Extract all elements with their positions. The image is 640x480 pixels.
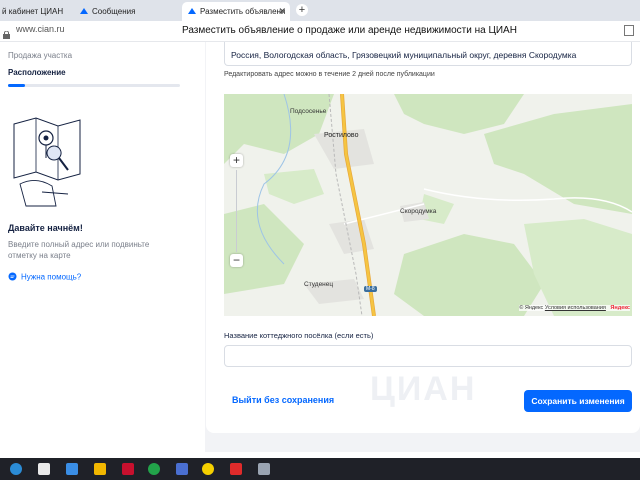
edge-icon[interactable] bbox=[10, 463, 22, 475]
map-label-rostilovo: Ростилово bbox=[324, 132, 359, 139]
cian-watermark: ЦИАН bbox=[370, 370, 477, 408]
village-label: Название коттеджного посёлка (если есть) bbox=[224, 331, 374, 340]
attribution-text: © Яндекс bbox=[519, 305, 544, 311]
save-changes-button[interactable]: Сохранить изменения bbox=[524, 390, 632, 412]
zoom-in-button[interactable]: + bbox=[230, 154, 243, 167]
zoom-slider[interactable] bbox=[236, 170, 237, 252]
window-icon[interactable] bbox=[624, 25, 634, 36]
help-link[interactable]: Нужна помощь? bbox=[8, 272, 81, 283]
terms-link[interactable]: Условия использования bbox=[545, 305, 606, 311]
explorer-icon[interactable] bbox=[94, 463, 106, 475]
address-bar: www.cian.ru Разместить объявление о прод… bbox=[0, 21, 640, 42]
progress-fill bbox=[8, 84, 26, 87]
map-attribution: © Яндекс Условия использования Яндекс bbox=[519, 305, 630, 311]
camera-icon[interactable] bbox=[258, 463, 270, 475]
browser-tab-strip: й кабинет ЦИАН Сообщения Разместить объя… bbox=[0, 0, 640, 21]
zoom-out-button[interactable]: − bbox=[230, 254, 243, 267]
yandex-icon[interactable] bbox=[230, 463, 242, 475]
tab-place-ad[interactable]: Разместить объявлени ✕ bbox=[182, 2, 290, 21]
tab-cabinet[interactable]: й кабинет ЦИАН bbox=[0, 2, 74, 21]
yandex-logo[interactable]: Яндекс bbox=[610, 305, 630, 311]
step-previous[interactable]: Продажа участка bbox=[8, 51, 72, 60]
mail-icon[interactable] bbox=[66, 463, 78, 475]
step-current: Расположение bbox=[8, 68, 66, 77]
url-field[interactable]: www.cian.ru bbox=[16, 24, 65, 34]
tab-label: й кабинет ЦИАН bbox=[2, 7, 64, 16]
yandex-browser-icon[interactable] bbox=[202, 463, 214, 475]
map-label-skorodumka: Скородумка bbox=[400, 208, 437, 215]
page-title: Разместить объявление о продаже или арен… bbox=[182, 25, 517, 36]
check-icon[interactable] bbox=[148, 463, 160, 475]
tab-label: Сообщения bbox=[92, 7, 136, 16]
cian-icon bbox=[188, 2, 196, 21]
map-canvas bbox=[224, 94, 632, 316]
chat-icon bbox=[8, 272, 17, 283]
map-illustration-icon bbox=[6, 114, 86, 209]
photos-icon[interactable] bbox=[176, 463, 188, 475]
map-label-podsosenye: Подсосенье bbox=[290, 108, 327, 115]
close-icon[interactable]: ✕ bbox=[278, 2, 286, 21]
cian-icon bbox=[80, 2, 88, 21]
map-label-studenets: Студенец bbox=[304, 281, 334, 288]
road-label: М-8 bbox=[364, 286, 377, 292]
map[interactable]: + − Подсосенье Ростилово Скородумка Студ… bbox=[224, 94, 632, 316]
lock-icon bbox=[3, 26, 10, 39]
address-input[interactable]: Россия, Вологодская область, Грязовецкий… bbox=[224, 42, 632, 66]
exit-without-saving-button[interactable]: Выйти без сохранения bbox=[232, 395, 334, 405]
address-note: Редактировать адрес можно в течение 2 дн… bbox=[224, 71, 435, 78]
start-title: Давайте начнём! bbox=[8, 223, 83, 233]
tab-messages[interactable]: Сообщения bbox=[80, 2, 166, 21]
tab-label: Разместить объявлени bbox=[200, 7, 286, 16]
village-input[interactable] bbox=[224, 345, 632, 367]
store-icon[interactable] bbox=[38, 463, 50, 475]
sidebar: Продажа участка Расположение Давайте нач… bbox=[0, 42, 205, 452]
progress-bar bbox=[8, 84, 180, 87]
app-icon[interactable] bbox=[122, 463, 134, 475]
help-link-label: Нужна помощь? bbox=[21, 272, 82, 282]
start-description: Введите полный адрес или подвиньте отмет… bbox=[8, 240, 150, 260]
new-tab-button[interactable]: + bbox=[296, 4, 308, 16]
taskbar bbox=[0, 458, 640, 480]
